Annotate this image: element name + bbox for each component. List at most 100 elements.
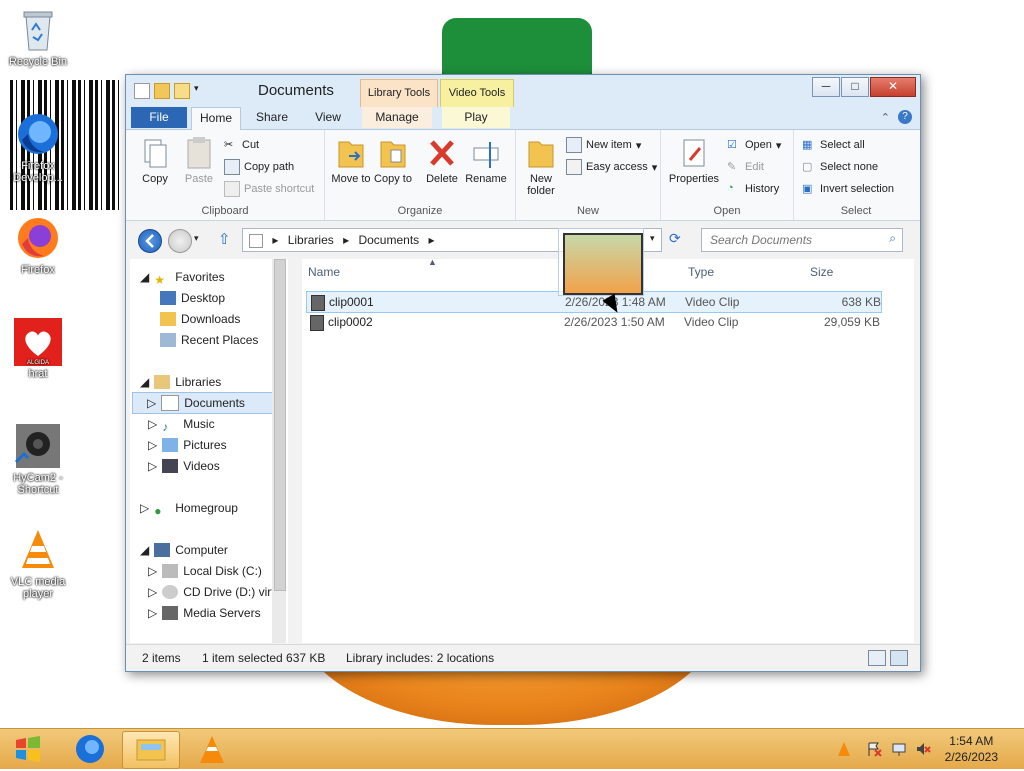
dropdown-arrow-icon[interactable]: ▾ [194,83,208,97]
sort-arrow-icon: ▲ [428,257,437,267]
desktop-icon-recycle-bin[interactable]: Recycle Bin [0,6,76,68]
column-header-name[interactable]: Name [308,265,340,279]
column-header-size[interactable]: Size [810,265,833,279]
rename-button[interactable]: Rename [465,136,507,185]
nav-cd-drive[interactable]: ▷ CD Drive (D:) virt [148,582,275,602]
nav-media-servers[interactable]: ▷ Media Servers [148,603,261,623]
nav-homegroup[interactable]: ▷ ● Homegroup [140,498,238,518]
copy-icon [139,136,171,170]
tab-home[interactable]: Home [191,107,241,130]
taskbar-vlc[interactable] [184,731,240,767]
library-tools-header: Library Tools [360,79,438,109]
breadcrumb-documents[interactable]: Documents [358,233,419,247]
new-folder-icon [525,136,557,170]
new-item-button[interactable]: New item ▾ [566,136,641,154]
algida-heart-icon: ALGIDA [14,318,62,366]
delete-button[interactable]: Delete [421,136,463,185]
desktop-icon-hrat[interactable]: ALGIDA hrat [0,318,76,380]
taskbar-file-explorer[interactable] [122,731,180,769]
new-folder-icon[interactable] [174,83,190,99]
paste-shortcut-button[interactable]: Paste shortcut [224,180,314,198]
new-folder-button[interactable]: New folder [520,136,562,197]
window-controls: ─ □ ✕ [811,77,916,97]
nav-computer[interactable]: ◢ Computer [140,540,228,560]
edit-button[interactable]: ✎ Edit [727,158,764,176]
properties-icon[interactable] [134,83,150,99]
tab-file[interactable]: File [131,107,187,128]
system-clock[interactable]: 1:54 AM 2/26/2023 [945,733,998,765]
open-button[interactable]: ☑ Open ▾ [727,136,781,154]
column-header-type[interactable]: Type [688,265,714,279]
svg-text:ALGIDA: ALGIDA [27,360,49,366]
minimize-button[interactable]: ─ [812,77,840,97]
desktop-icon-hycam2[interactable]: HyCam2 - Shortcut [0,422,76,496]
search-icon[interactable]: ⌕ [889,231,896,246]
properties-button[interactable]: Properties [665,136,723,185]
history-button[interactable]: ◔ History [727,180,779,198]
address-dropdown[interactable]: ▾ [650,233,655,244]
recent-locations-dropdown[interactable]: ▾ [194,233,199,244]
table-row[interactable]: clip0002 2/26/2023 1:50 AM Video Clip 29… [306,312,880,332]
nav-libraries[interactable]: ◢ Libraries [140,372,221,392]
search-input[interactable] [708,232,882,248]
nav-music[interactable]: ▷ ♪ Music [148,414,215,434]
nav-recent-places[interactable]: Recent Places [160,330,258,350]
desktop-icon-firefox-developer[interactable]: Firefox Develop... [0,110,76,184]
downloads-icon [160,312,176,326]
copy-button[interactable]: Copy [134,136,176,185]
refresh-icon[interactable]: ⟳ [669,230,681,247]
paste-button[interactable]: Paste [178,136,220,185]
firefox-developer-icon [76,735,104,763]
taskbar-firefox-developer[interactable] [62,731,118,767]
close-button[interactable]: ✕ [870,77,916,97]
select-all-button[interactable]: ▦ Select all [802,136,865,154]
cut-button[interactable]: ✂ Cut [224,136,259,154]
nav-downloads[interactable]: Downloads [160,309,240,329]
forward-button[interactable] [168,229,192,253]
copy-to-icon [377,136,409,170]
back-button[interactable] [138,229,162,253]
desktop-icon-vlc[interactable]: VLC media player [0,526,76,600]
nav-scrollbar-thumb[interactable] [274,259,286,591]
move-to-button[interactable]: Move to [330,136,372,185]
libraries-icon [249,233,263,248]
folder-icon[interactable] [154,83,170,99]
file-list: Name ▲ Type Size clip0001 2/26/2023 1:48… [302,257,914,643]
network-icon[interactable] [891,741,907,757]
nav-videos[interactable]: ▷ Videos [148,456,220,476]
tab-play[interactable]: Play [442,107,510,128]
nav-pictures[interactable]: ▷ Pictures [148,435,227,455]
help-icon[interactable]: ? [898,110,912,124]
copy-path-button[interactable]: Copy path [224,158,294,176]
ribbon: Copy Paste ✂ Cut Copy path Paste shortcut… [126,130,920,221]
tab-view[interactable]: View [304,107,352,128]
nav-documents[interactable]: ▷ Documents [132,392,280,414]
title-bar: ▾ Documents Library Tools Video Tools ─ … [126,75,920,109]
action-center-flag-icon[interactable] [866,741,882,757]
libraries-icon [154,375,171,389]
nav-local-disk[interactable]: ▷ Local Disk (C:) [148,561,262,581]
volume-muted-icon[interactable] [915,741,931,757]
invert-selection-button[interactable]: ▣ Invert selection [802,180,894,198]
maximize-button[interactable]: □ [841,77,869,97]
tab-share[interactable]: Share [248,107,296,128]
large-icons-view-icon[interactable] [890,650,908,666]
breadcrumb-libraries[interactable]: Libraries [288,233,334,247]
copy-to-button[interactable]: Copy to [372,136,414,185]
start-button[interactable] [2,731,56,767]
nav-favorites[interactable]: ◢ ★ Favorites [140,267,225,287]
details-view-icon[interactable] [868,650,886,666]
nav-desktop[interactable]: Desktop [160,288,225,308]
vlc-tray-icon[interactable] [836,741,852,757]
status-bar: 2 items 1 item selected 637 KB Library i… [126,644,920,671]
up-arrow-icon[interactable]: ⇧ [218,230,231,248]
desktop-icon-firefox[interactable]: Firefox [0,214,76,276]
tab-manage[interactable]: Manage [362,107,432,128]
search-box[interactable]: ⌕ [701,228,903,252]
select-none-button[interactable]: ▢ Select none [802,158,878,176]
star-icon: ★ [154,273,165,287]
minimize-ribbon-icon[interactable]: ⌃ [881,111,890,124]
nav-scrollbar[interactable] [272,259,286,643]
easy-access-button[interactable]: Easy access ▾ [566,158,657,176]
video-file-icon [311,295,325,311]
